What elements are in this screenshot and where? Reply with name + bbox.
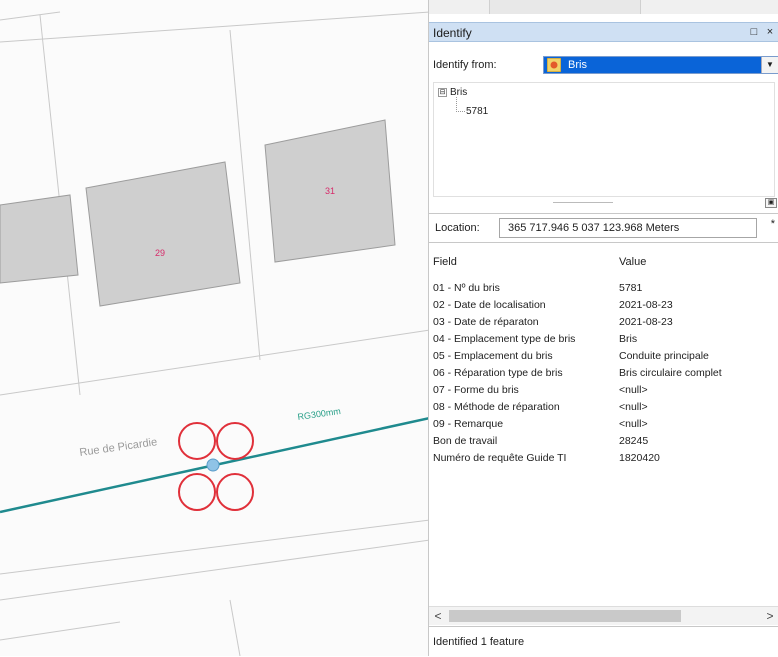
close-icon[interactable]: × bbox=[763, 25, 777, 39]
dropdown-selection: Bris bbox=[544, 57, 762, 73]
field-name: 06 - Réparation type de bris bbox=[433, 367, 563, 379]
location-value: 365 717.946 5 037 123.968 Meters bbox=[508, 222, 680, 234]
scroll-right-icon[interactable]: > bbox=[761, 607, 778, 625]
field-value: 28245 bbox=[619, 435, 649, 447]
field-value: 1820420 bbox=[619, 452, 660, 464]
map-canvas[interactable]: 29 31 Rue de Picardie RG300mm bbox=[0, 0, 430, 656]
building-label-31: 31 bbox=[325, 186, 335, 196]
break-point-marker[interactable] bbox=[206, 458, 220, 472]
table-row[interactable]: 05 - Emplacement du bris Conduite princi… bbox=[429, 350, 778, 366]
field-name: Numéro de requête Guide TI bbox=[433, 452, 567, 464]
field-value: Bris circulaire complet bbox=[619, 367, 722, 379]
table-row[interactable]: Bon de travail 28245 bbox=[429, 435, 778, 451]
field-value: <null> bbox=[619, 401, 648, 413]
map-view[interactable]: 29 31 Rue de Picardie RG300mm bbox=[0, 0, 430, 656]
building-0[interactable] bbox=[0, 194, 79, 284]
tree-feature-node[interactable]: 5781 bbox=[466, 106, 488, 117]
location-field[interactable]: 365 717.946 5 037 123.968 Meters bbox=[499, 218, 757, 238]
value-column-header[interactable]: Value bbox=[619, 256, 646, 268]
scrollbar-thumb[interactable] bbox=[449, 610, 681, 622]
field-value: <null> bbox=[619, 384, 648, 396]
field-value: 5781 bbox=[619, 282, 643, 294]
field-value: <null> bbox=[619, 418, 648, 430]
field-value: Bris bbox=[619, 333, 638, 345]
table-row[interactable]: 02 - Date de localisation 2021-08-23 bbox=[429, 299, 778, 315]
field-name: 08 - Méthode de réparation bbox=[433, 401, 560, 413]
table-row[interactable]: 08 - Méthode de réparation <null> bbox=[429, 401, 778, 417]
location-label: Location: bbox=[435, 222, 480, 234]
building-29[interactable] bbox=[85, 161, 241, 307]
top-toolbar-strip bbox=[429, 0, 778, 14]
splitter-toggle-icon[interactable]: ▣ bbox=[765, 198, 777, 208]
field-column-header[interactable]: Field bbox=[433, 256, 457, 268]
table-row[interactable]: 09 - Remarque <null> bbox=[429, 418, 778, 434]
field-value: Conduite principale bbox=[619, 350, 709, 362]
status-bar: Identified 1 feature bbox=[429, 626, 778, 657]
dropdown-value: Bris bbox=[568, 59, 587, 71]
field-name: 02 - Date de localisation bbox=[433, 299, 546, 311]
scroll-left-icon[interactable]: < bbox=[429, 607, 447, 625]
field-name: 05 - Emplacement du bris bbox=[433, 350, 553, 362]
table-row[interactable]: 07 - Forme du bris <null> bbox=[429, 384, 778, 400]
table-row[interactable]: Numéro de requête Guide TI 1820420 bbox=[429, 452, 778, 468]
parcel-lines bbox=[0, 11, 430, 656]
identify-title-bar[interactable]: Identify □ × bbox=[429, 22, 778, 42]
field-name: Bon de travail bbox=[433, 435, 498, 447]
results-tree[interactable]: ⊟ Bris 5781 bbox=[433, 82, 775, 197]
field-name: 01 - Nº du bris bbox=[433, 282, 500, 294]
identify-panel: Identify □ × Identify from: Bris ▼ ⊟ Bris… bbox=[428, 0, 778, 657]
splitter-grip[interactable] bbox=[553, 202, 613, 205]
window-title: Identify bbox=[433, 26, 472, 40]
buildings[interactable] bbox=[0, 119, 396, 307]
field-value: 2021-08-23 bbox=[619, 316, 673, 328]
identify-from-row: Identify from: Bris ▼ bbox=[433, 56, 778, 76]
tree-connector bbox=[456, 97, 465, 112]
table-row[interactable]: 04 - Emplacement type de bris Bris bbox=[429, 333, 778, 349]
table-row[interactable]: 03 - Date de réparaton 2021-08-23 bbox=[429, 316, 778, 332]
field-value: 2021-08-23 bbox=[619, 299, 673, 311]
restore-icon[interactable]: □ bbox=[747, 25, 761, 39]
location-more[interactable]: * bbox=[771, 218, 775, 230]
toolbar-tab[interactable] bbox=[489, 0, 641, 14]
table-row[interactable]: 01 - Nº du bris 5781 bbox=[429, 282, 778, 298]
street-label: Rue de Picardie bbox=[79, 436, 158, 459]
pipe-label: RG300mm bbox=[297, 406, 341, 422]
field-name: 04 - Emplacement type de bris bbox=[433, 333, 576, 345]
identify-from-label: Identify from: bbox=[433, 59, 497, 71]
attribute-grid[interactable]: Field Value 01 - Nº du bris 5781 02 - Da… bbox=[429, 246, 778, 604]
identify-from-dropdown[interactable]: Bris ▼ bbox=[543, 56, 778, 74]
field-name: 09 - Remarque bbox=[433, 418, 504, 430]
field-name: 07 - Forme du bris bbox=[433, 384, 519, 396]
chevron-down-icon[interactable]: ▼ bbox=[761, 57, 778, 73]
field-name: 03 - Date de réparaton bbox=[433, 316, 539, 328]
location-row: Location: 365 717.946 5 037 123.968 Mete… bbox=[429, 213, 778, 243]
building-label-29: 29 bbox=[155, 248, 165, 258]
collapse-icon[interactable]: ⊟ bbox=[438, 87, 447, 97]
status-text: Identified 1 feature bbox=[433, 636, 525, 648]
horizontal-scrollbar[interactable]: < > bbox=[429, 606, 778, 625]
layer-icon bbox=[547, 58, 561, 72]
panel-splitter[interactable]: ▣ bbox=[433, 198, 778, 208]
table-row[interactable]: 06 - Réparation type de bris Bris circul… bbox=[429, 367, 778, 383]
